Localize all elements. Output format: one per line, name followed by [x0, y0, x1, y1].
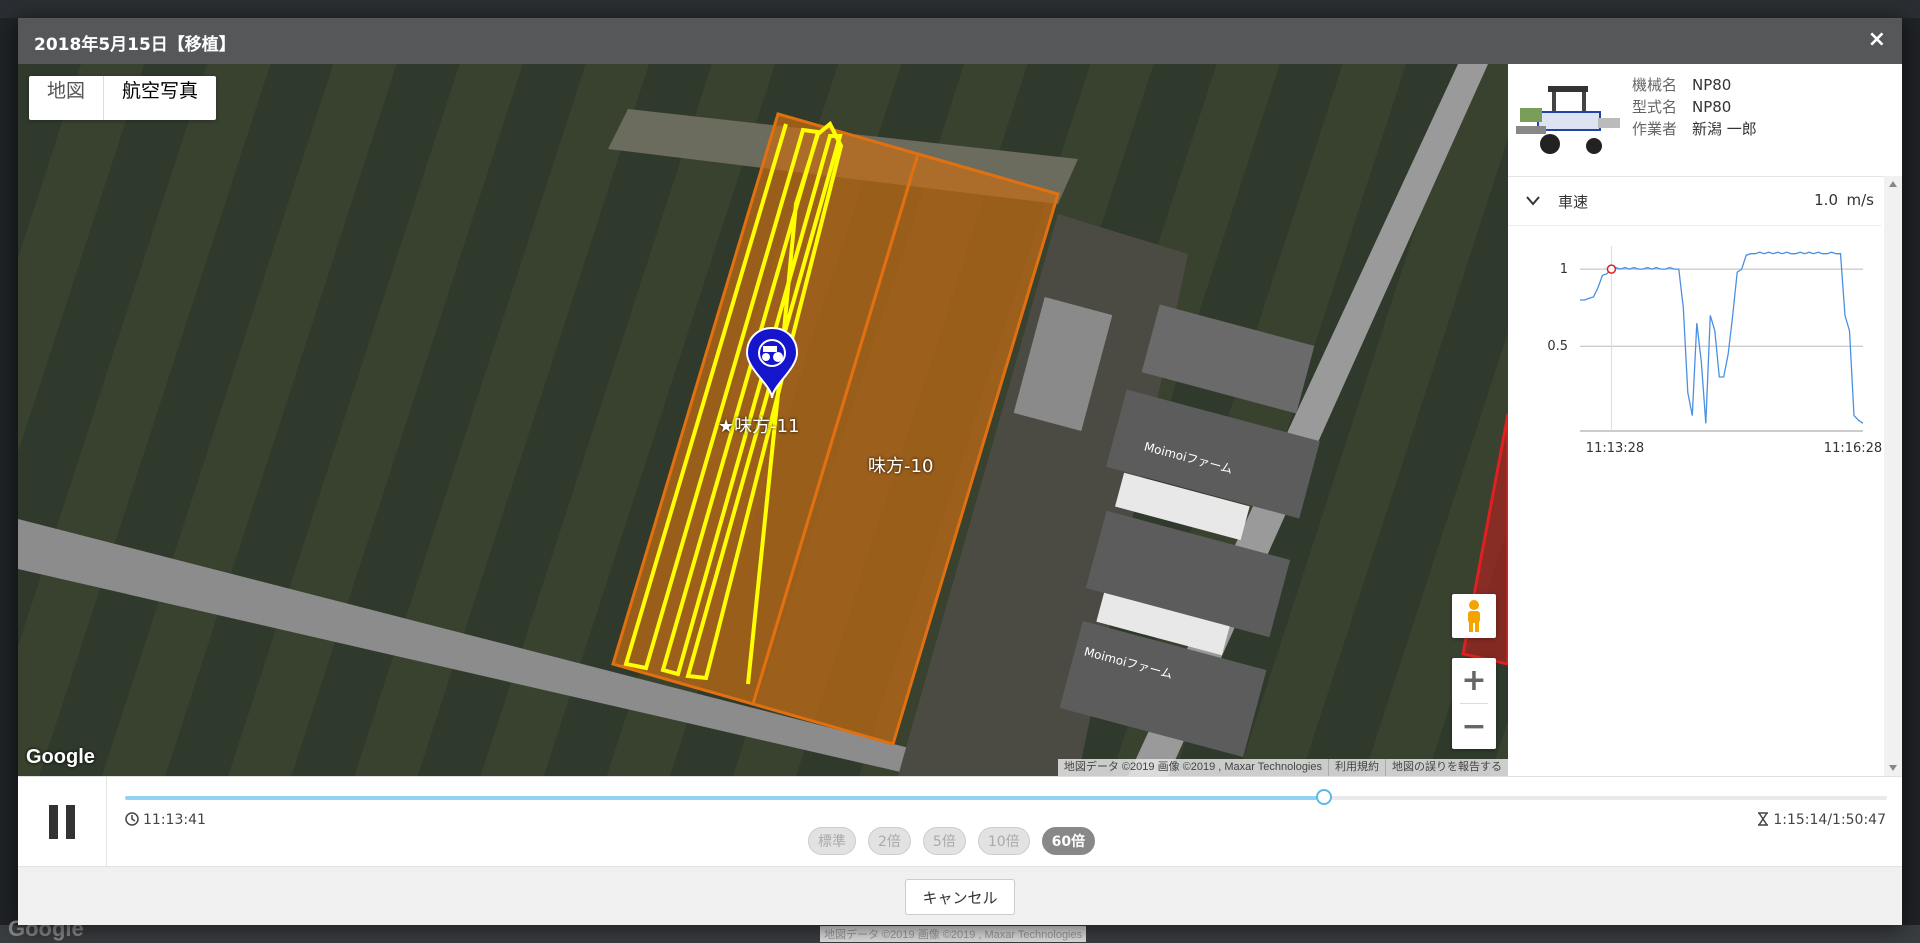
modal-header: 2018年5月15日【移植】 × — [18, 18, 1902, 64]
seek-slider[interactable] — [125, 789, 1887, 805]
clock-icon — [125, 812, 139, 826]
map-type-satellite[interactable]: 航空写真 — [103, 76, 216, 120]
machine-info: 機械名 NP80 型式名 NP80 作業者 新潟 一郎 — [1508, 64, 1902, 177]
pause-bar — [66, 805, 75, 839]
modal-footer: キャンセル — [18, 866, 1902, 925]
current-time: 11:13:41 — [125, 812, 206, 828]
hourglass-icon — [1758, 812, 1769, 826]
map-marker-icon[interactable] — [744, 326, 800, 404]
machine-info-panel: 機械名 NP80 型式名 NP80 作業者 新潟 一郎 車速 1.0 m/s 1 0.5… — [1508, 64, 1902, 776]
seek-handle[interactable] — [1316, 789, 1333, 805]
playback-modal: 2018年5月15日【移植】 × ★味方-11 味方-10 Moimoiファーム… — [18, 18, 1902, 925]
chevron-down-icon[interactable] — [1526, 196, 1540, 206]
elapsed-time-text: 1:15:14/1:50:47 — [1773, 812, 1886, 828]
machine-name: NP80 — [1692, 76, 1732, 94]
playback-controls: 11:13:41 1:15:14/1:50:47 標準 2倍 5倍 10倍 60… — [18, 776, 1902, 867]
speed-option-10x[interactable]: 10倍 — [977, 827, 1030, 855]
chart-x-tick-label: 11:13:28 — [1586, 441, 1644, 456]
speed-unit: m/s — [1846, 191, 1874, 209]
field-label-10: 味方-10 — [868, 456, 934, 477]
speed-value: 1.0 — [1814, 191, 1838, 209]
machine-model-label: 型式名 — [1632, 98, 1678, 116]
background-map-attribution: 地図データ ©2019 画像 ©2019 , Maxar Technologie… — [820, 926, 1087, 942]
current-time-text: 11:13:41 — [143, 812, 206, 828]
google-logo: Google — [26, 746, 95, 768]
speed-label: 車速 — [1558, 193, 1589, 211]
zoom-control: + − — [1452, 658, 1496, 749]
speed-option-5x[interactable]: 5倍 — [922, 827, 966, 855]
map-attribution: 地図データ ©2019 画像 ©2019 , Maxar Technologie… — [1057, 759, 1508, 776]
background-top-bar — [0, 0, 1920, 18]
playback-speed-options: 標準 2倍 5倍 10倍 60倍 — [808, 827, 1096, 855]
scroll-up-icon[interactable] — [1888, 180, 1898, 188]
map-type-roadmap[interactable]: 地図 — [29, 76, 103, 120]
street-view-pegman-icon[interactable] — [1452, 594, 1496, 638]
report-error-link[interactable]: 地図の誤りを報告する — [1385, 759, 1508, 776]
attribution-text: 地図データ ©2019 画像 ©2019 , Maxar Technologie… — [1063, 761, 1322, 773]
speed-option-60x[interactable]: 60倍 — [1041, 827, 1096, 855]
pause-button[interactable] — [18, 777, 107, 867]
terms-link[interactable]: 利用規約 — [1328, 759, 1385, 776]
machine-name-row: 機械名 NP80 — [1632, 74, 1731, 95]
speed-option-1x[interactable]: 標準 — [808, 827, 856, 855]
zoom-in-button[interactable]: + — [1452, 658, 1496, 703]
modal-title: 2018年5月15日【移植】 — [34, 35, 236, 55]
pause-bar — [49, 805, 58, 839]
operator-name: 新潟 一郎 — [1692, 120, 1757, 138]
elapsed-time: 1:15:14/1:50:47 — [1757, 812, 1886, 828]
rice-transplanter-icon — [1516, 86, 1620, 154]
machine-model: NP80 — [1692, 98, 1732, 116]
chart-series-line — [1580, 251, 1864, 424]
speed-panel-header[interactable]: 車速 1.0 m/s — [1508, 177, 1882, 226]
satellite-map[interactable]: ★味方-11 味方-10 Moimoiファーム Moimoiファーム 地図 航空… — [18, 64, 1508, 776]
operator-row: 作業者 新潟 一郎 — [1632, 118, 1757, 139]
chart-current-point — [1606, 264, 1617, 274]
zoom-out-button[interactable]: − — [1452, 704, 1496, 749]
side-scrollbar[interactable] — [1884, 176, 1902, 776]
seek-progress — [125, 796, 1324, 800]
field-label-11: ★味方-11 — [718, 416, 800, 437]
chart-y-tick-label: 1 — [1560, 262, 1568, 277]
speed-chart[interactable]: 1 0.5 11:13:28 11:16:28 — [1508, 226, 1882, 466]
map-type-control: 地図 航空写真 — [29, 76, 217, 120]
scroll-down-icon[interactable] — [1888, 764, 1898, 772]
machine-name-label: 機械名 — [1632, 76, 1678, 94]
operator-label: 作業者 — [1632, 120, 1678, 138]
chart-x-tick-label: 11:16:28 — [1824, 441, 1882, 456]
speed-option-2x[interactable]: 2倍 — [868, 827, 911, 855]
cancel-button[interactable]: キャンセル — [905, 879, 1015, 915]
chart-y-tick-label: 0.5 — [1547, 339, 1568, 354]
machine-model-row: 型式名 NP80 — [1632, 96, 1731, 117]
close-icon[interactable]: × — [1868, 27, 1886, 52]
